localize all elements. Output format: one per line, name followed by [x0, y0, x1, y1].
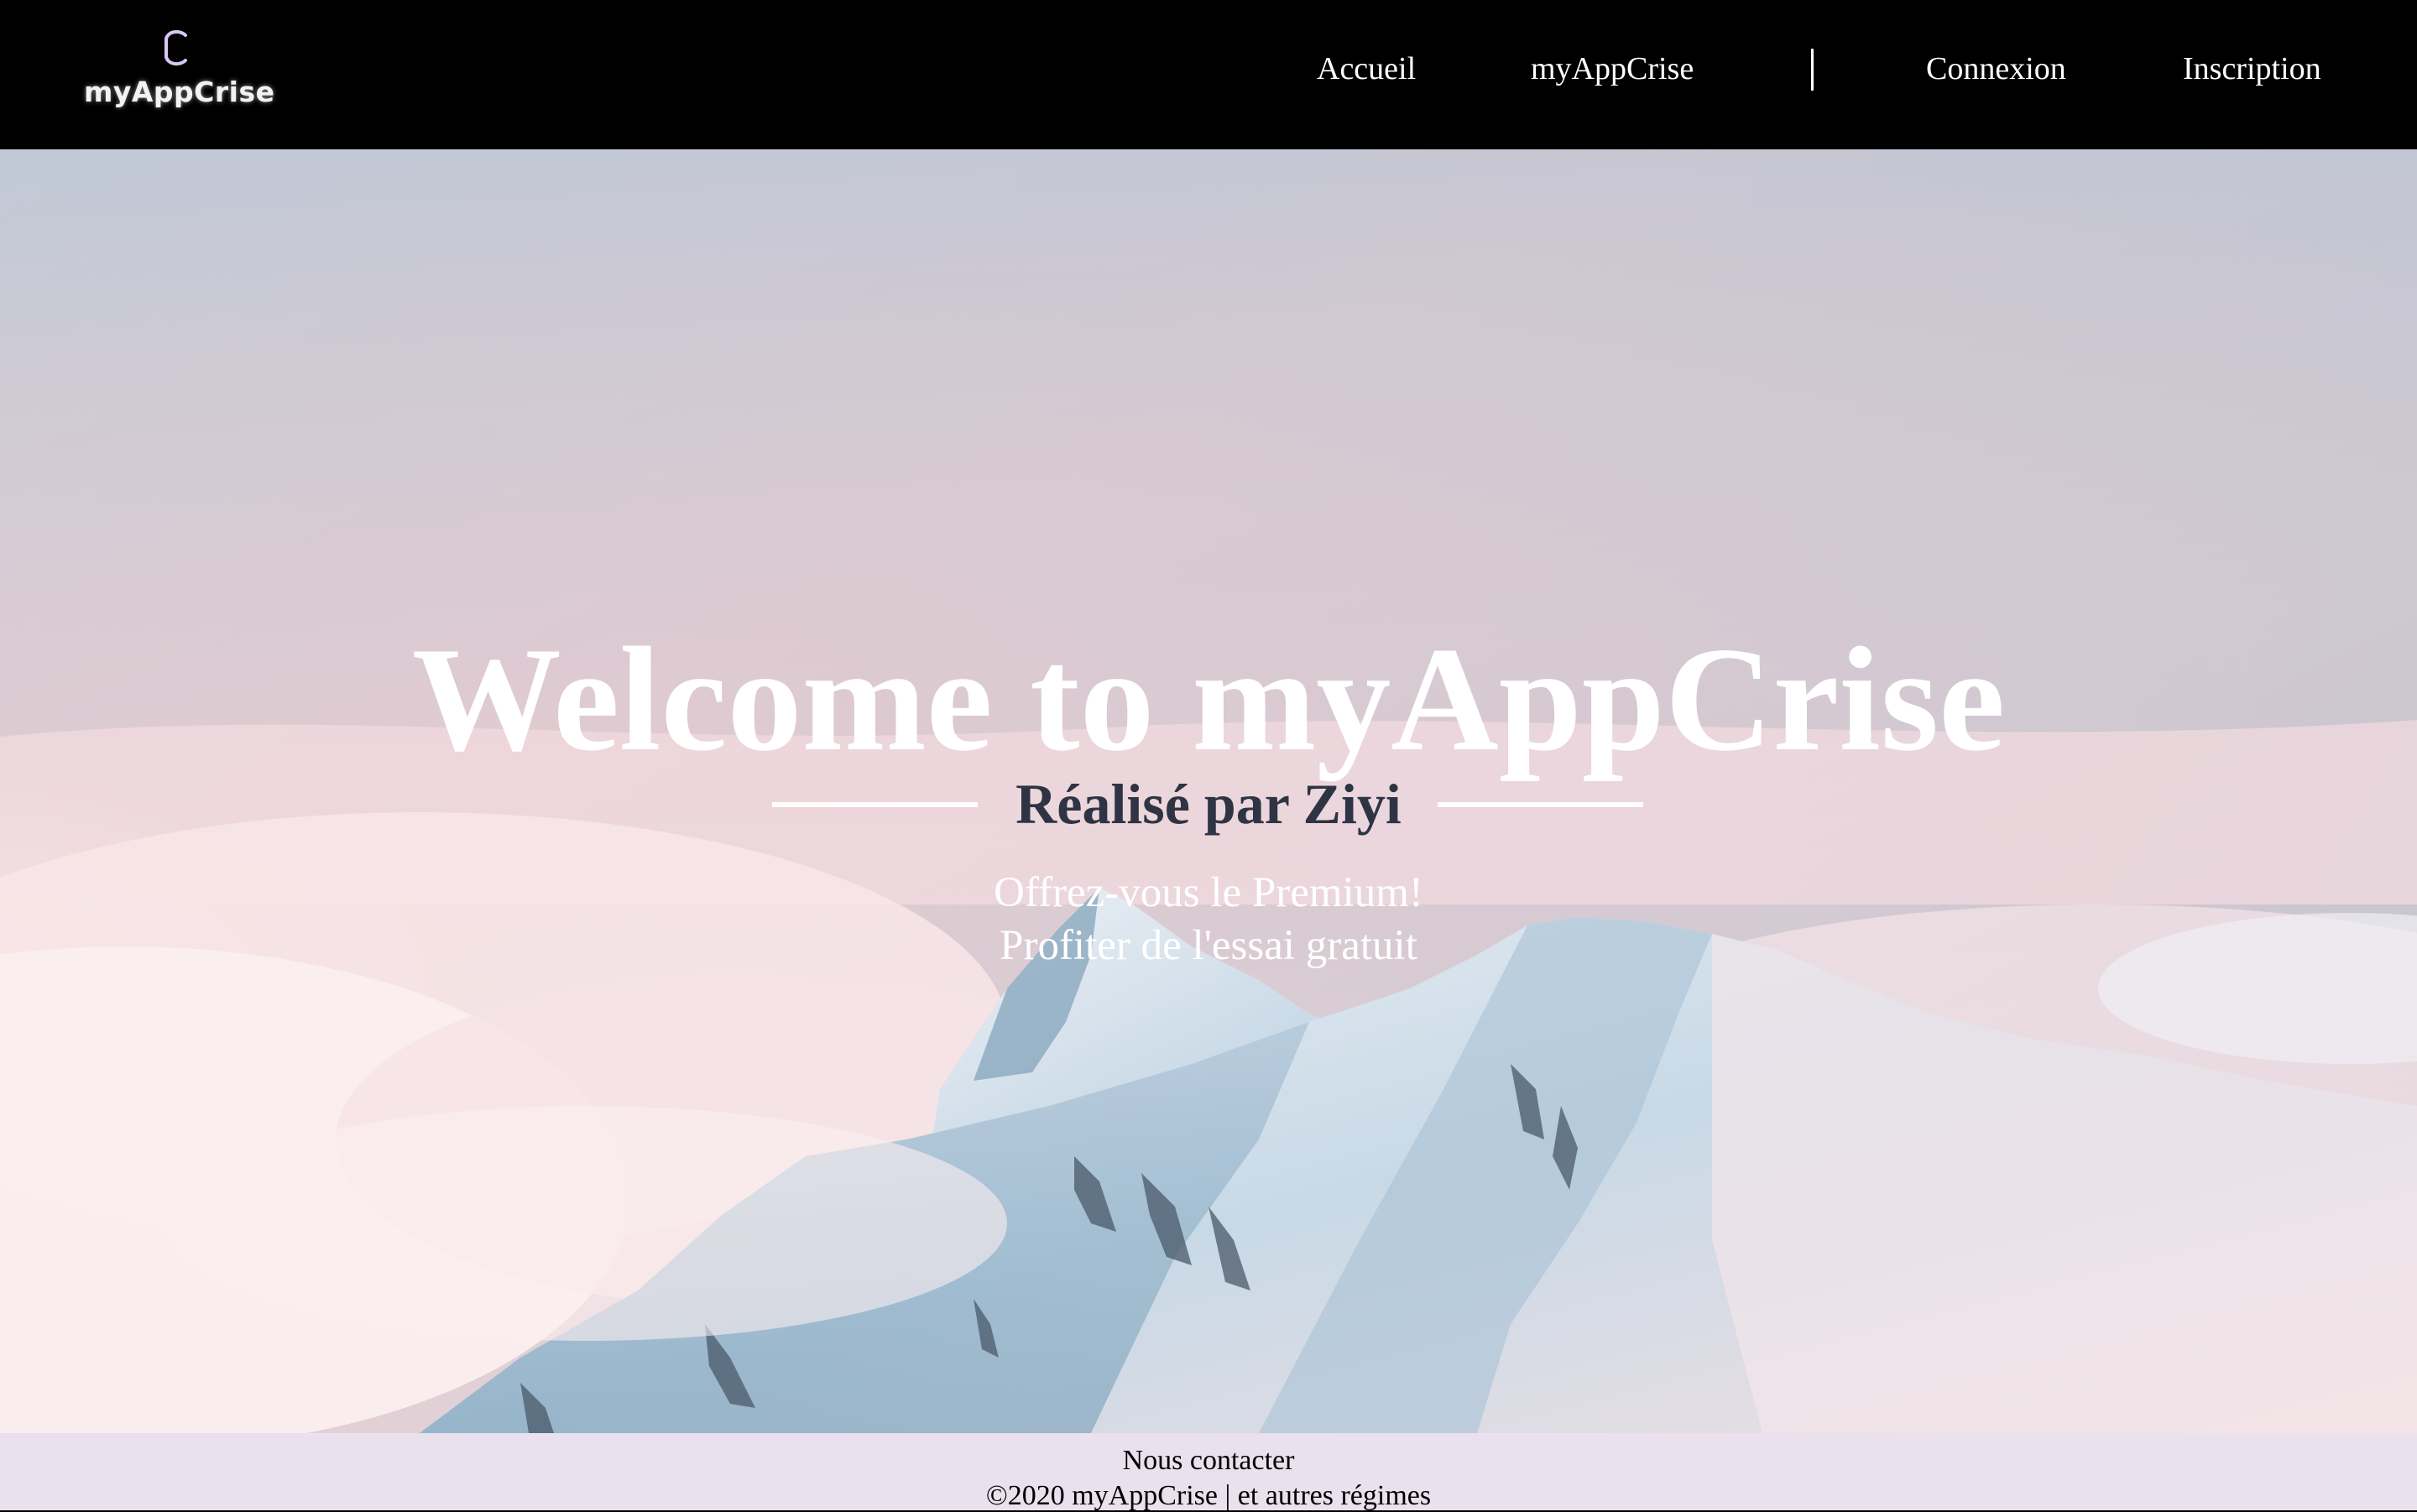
page-footer: Nous contacter ©2020 myAppCrise | et aut… — [0, 1433, 2417, 1511]
hero-title: Welcome to myAppCrise — [411, 616, 2006, 782]
c-logo-icon — [164, 29, 187, 66]
top-navbar: myAppCrise Accueil myAppCrise Connexion … — [0, 0, 2417, 149]
nav-link-accueil[interactable]: Accueil — [1317, 50, 1416, 87]
nav-link-myappcrise[interactable]: myAppCrise — [1531, 50, 1694, 87]
nav-link-connexion[interactable]: Connexion — [1926, 50, 2066, 87]
promo-premium-text: Offrez-vous le Premium! — [994, 869, 1423, 916]
nav-link-inscription[interactable]: Inscription — [2183, 50, 2321, 87]
brand-name: myAppCrise — [84, 76, 275, 108]
hero-subtitle: Réalisé par Ziyi — [1015, 772, 1402, 836]
promo-trial-text: Profiter de l'essai gratuit — [1000, 922, 1417, 969]
hero-section: Welcome to myAppCrise Réalisé par Ziyi O… — [0, 149, 2417, 1433]
brand-logo[interactable]: myAppCrise — [84, 25, 275, 117]
nav-divider — [1811, 49, 1814, 91]
copyright-text: ©2020 myAppCrise | et autres régimes — [985, 1480, 1432, 1511]
contact-link[interactable]: Nous contacter — [0, 1445, 2417, 1477]
